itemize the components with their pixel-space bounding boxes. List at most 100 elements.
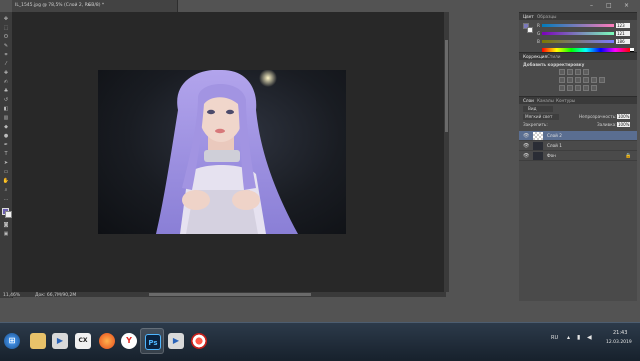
choker-shape [204,150,240,162]
blend-mode-value: Мягкий свет [525,114,553,119]
selective-color-icon[interactable] [591,85,597,91]
opacity-input[interactable]: 100% [617,114,630,119]
threshold-icon[interactable] [575,85,581,91]
volume-icon[interactable]: ◀ [587,334,592,341]
posterize-icon[interactable] [567,85,573,91]
quick-select-tool-icon[interactable]: ✎ [2,43,10,49]
more-tools-icon[interactable]: … [2,196,10,202]
marquee-tool-icon[interactable]: ⬚ [2,25,10,31]
history-brush-tool-icon[interactable]: ↺ [2,97,10,103]
photoshop-icon: Ps [145,334,161,350]
document-image[interactable] [98,70,346,234]
yandex-browser-icon: Y [121,333,137,349]
blend-mode-select[interactable]: Мягкий свет [523,114,559,120]
levels-icon[interactable] [567,69,573,75]
crop-tool-icon[interactable]: ⌗ [2,52,10,58]
red-slider[interactable] [542,24,614,27]
brush-tool-icon[interactable]: ✍ [2,79,10,85]
tray-arrow-icon[interactable]: ▴ [567,334,570,341]
clone-stamp-tool-icon[interactable]: ♣ [2,88,10,94]
exposure-icon[interactable] [583,69,589,75]
visibility-eye-icon[interactable]: 👁 [523,133,529,139]
quick-mask-icon[interactable]: ◙ [2,222,10,228]
channel-mixer-icon[interactable] [599,77,605,83]
lock-label: Закрепить: [523,122,548,127]
blue-slider[interactable] [542,40,614,43]
tab-paths[interactable]: Контуры [556,98,575,103]
path-select-tool-icon[interactable]: ➤ [2,160,10,166]
background-color-box[interactable] [527,27,533,33]
light-glow [259,70,277,87]
lasso-tool-icon[interactable]: ʘ [2,34,10,40]
blue-value[interactable]: 186 [616,39,630,44]
green-value[interactable]: 121 [616,31,630,36]
shape-tool-icon[interactable]: ▭ [2,169,10,175]
eraser-tool-icon[interactable]: ◧ [2,106,10,112]
layers-panel: Слои Каналы Контуры Вид Мягкий свет Непр… [519,96,637,301]
gradient-tool-icon[interactable]: ▥ [2,115,10,121]
brightness-icon[interactable] [559,69,565,75]
maximize-button[interactable]: □ [606,2,612,9]
close-tab-icon[interactable]: × [87,3,91,8]
visibility-eye-icon[interactable]: 👁 [523,153,529,159]
zoom-tool-icon[interactable]: ⌕ [2,187,10,193]
hand-tool-icon[interactable]: ✋ [2,178,10,184]
layer-thumbnail [533,142,543,150]
tab-adjustments[interactable]: Коррекция [523,54,547,59]
color-balance-icon[interactable] [575,77,581,83]
layer-thumbnail [533,152,543,160]
start-button[interactable]: ⊞ [0,328,24,354]
curves-icon[interactable] [575,69,581,75]
black-white-icon[interactable] [583,77,589,83]
green-slider[interactable] [542,32,614,35]
photo-filter-icon[interactable] [591,77,597,83]
taskbar-photoshop[interactable]: Ps [140,328,164,354]
taskbar-recorder[interactable] [187,328,211,354]
type-tool-icon[interactable]: T [2,151,10,157]
visibility-eye-icon[interactable]: 👁 [523,143,529,149]
minimize-button[interactable]: – [590,2,593,9]
pen-tool-icon[interactable]: ✒ [2,142,10,148]
fill-input[interactable]: 100% [617,122,630,127]
taskbar-media-player-2[interactable]: ▶ [164,328,188,354]
tab-styles[interactable]: Стили [547,54,560,59]
taskbar-explorer[interactable] [26,328,50,354]
left-hand-shape [182,190,210,210]
taskbar-firefox[interactable] [95,328,119,354]
layer-row[interactable]: 👁 Фон 🔒 [519,151,637,161]
document-tab[interactable]: IL_1545.jpg @ 78,5% (Слой 2, RGB/8) * × [12,0,178,12]
channel-g-label: G [537,31,541,36]
hue-saturation-icon[interactable] [567,77,573,83]
eyedropper-tool-icon[interactable]: ⁄ [2,61,10,67]
gradient-map-icon[interactable] [583,85,589,91]
layer-kind-filter[interactable]: Вид [523,106,553,112]
vibrance-icon[interactable] [559,77,565,83]
layer-row[interactable]: 👁 Слой 1 [519,141,637,151]
screen-mode-icon[interactable]: ▣ [2,231,10,237]
background-color-swatch[interactable] [5,211,12,218]
layer-row[interactable]: 👁 Слой 2 [519,131,637,141]
tab-color[interactable]: Цвет [523,14,534,19]
tab-swatches[interactable]: Образцы [537,14,557,19]
clock-time[interactable]: 21:43 [613,330,627,336]
language-indicator[interactable]: RU [551,335,558,341]
move-tool-icon[interactable]: ✥ [2,16,10,22]
layer-name: Слой 1 [547,143,562,148]
taskbar-yandex[interactable]: Y [117,328,141,354]
zoom-level[interactable]: 11,46% [3,293,20,298]
network-icon[interactable]: ▮ [577,334,580,341]
windows-start-icon: ⊞ [4,333,20,349]
tab-layers[interactable]: Слои [523,98,534,103]
red-value[interactable]: 123 [616,23,630,28]
vertical-scrollbar[interactable] [444,12,449,292]
dodge-tool-icon[interactable]: ● [2,133,10,139]
clock-date[interactable]: 12.03.2019 [606,340,632,345]
close-button[interactable]: × [624,2,629,9]
taskbar-media-player[interactable]: ▶ [48,328,72,354]
tab-channels[interactable]: Каналы [537,98,554,103]
invert-icon[interactable] [559,85,565,91]
taskbar-cx[interactable]: CX [71,328,95,354]
healing-brush-tool-icon[interactable]: ✚ [2,70,10,76]
blur-tool-icon[interactable]: ◆ [2,124,10,130]
window-controls: – □ × [586,0,638,12]
